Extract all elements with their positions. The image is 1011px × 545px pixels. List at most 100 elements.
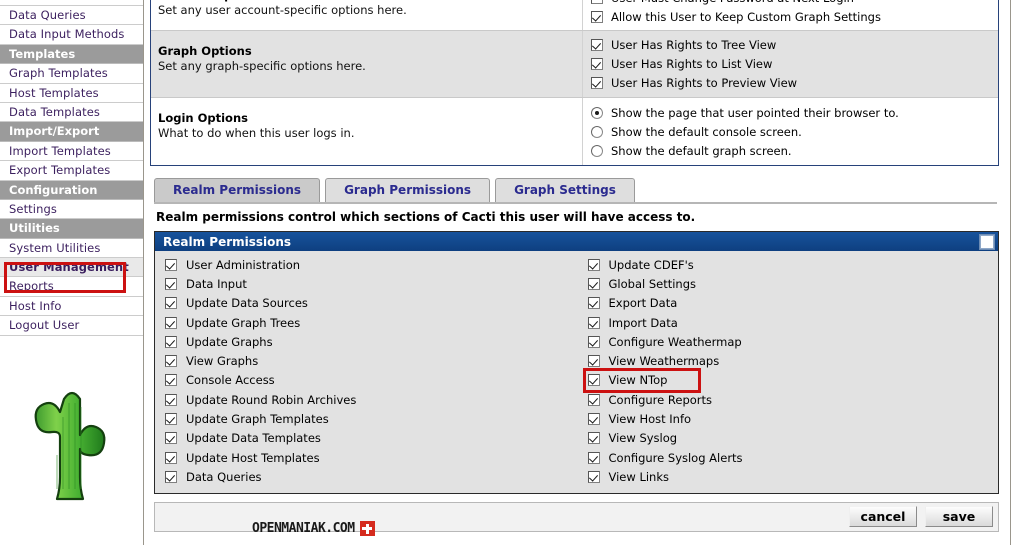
sidebar-item-user-management[interactable]: User Management — [0, 258, 143, 278]
checkbox-import-data[interactable] — [587, 316, 600, 329]
checkbox-view-ntop[interactable] — [587, 374, 600, 387]
permission-row-configure-syslog-alerts[interactable]: Configure Syslog Alerts — [587, 448, 999, 467]
permission-label-update-data-templates: Update Data Templates — [186, 431, 321, 446]
permission-label-view-ntop: View NTop — [608, 373, 668, 388]
sidebar-item-label: Settings — [9, 201, 57, 216]
permission-row-update-cdef-s[interactable]: Update CDEF's — [587, 255, 999, 274]
permission-row-update-data-templates[interactable]: Update Data Templates — [165, 429, 577, 448]
radio-row-show-console[interactable]: Show the default console screen. — [591, 122, 992, 141]
cancel-button[interactable]: cancel — [849, 506, 917, 528]
radio-label-show-pointed-page: Show the page that user pointed their br… — [611, 105, 899, 120]
permission-row-view-syslog[interactable]: View Syslog — [587, 429, 999, 448]
permission-row-data-queries[interactable]: Data Queries — [165, 467, 577, 486]
sidebar-item-host-info[interactable]: Host Info — [0, 297, 143, 317]
permission-row-update-graphs[interactable]: Update Graphs — [165, 332, 577, 351]
save-button[interactable]: save — [925, 506, 993, 528]
radio-row-show-graph[interactable]: Show the default graph screen. — [591, 141, 992, 160]
permission-row-view-links[interactable]: View Links — [587, 467, 999, 486]
checkbox-data-input[interactable] — [165, 277, 177, 290]
checkbox-view-syslog[interactable] — [587, 432, 600, 445]
checkbox-update-data-templates[interactable] — [165, 432, 177, 445]
permission-row-view-host-info[interactable]: View Host Info — [587, 409, 999, 428]
sidebar-item-import-templates[interactable]: Import Templates — [0, 142, 143, 162]
permission-row-data-input[interactable]: Data Input — [165, 274, 577, 293]
permission-row-configure-reports[interactable]: Configure Reports — [587, 390, 999, 409]
permission-row-global-settings[interactable]: Global Settings — [587, 274, 999, 293]
tab-graph-settings[interactable]: Graph Settings — [495, 178, 635, 202]
radio-row-show-pointed-page[interactable]: Show the page that user pointed their br… — [591, 103, 992, 122]
permission-row-user-administration[interactable]: User Administration — [165, 255, 577, 274]
radio-show-pointed-page[interactable] — [591, 106, 603, 119]
sidebar-item-system-utilities[interactable]: System Utilities — [0, 239, 143, 259]
permission-row-view-graphs[interactable]: View Graphs — [165, 351, 577, 370]
checkbox-update-graph-templates[interactable] — [165, 413, 177, 426]
sidebar-item-export-templates[interactable]: Export Templates — [0, 161, 143, 181]
checkbox-row-must-change-password[interactable]: User Must Change Password at Next Login — [591, 0, 992, 7]
checkbox-global-settings[interactable] — [587, 277, 600, 290]
checkbox-data-queries[interactable] — [165, 470, 177, 483]
checkbox-row-preview-view[interactable]: User Has Rights to Preview View — [591, 73, 992, 92]
checkbox-update-host-templates[interactable] — [165, 451, 177, 464]
checkbox-update-data-sources[interactable] — [165, 297, 177, 310]
sidebar-item-logout-user[interactable]: Logout User — [0, 316, 143, 336]
checkbox-configure-syslog-alerts[interactable] — [587, 451, 600, 464]
checkbox-export-data[interactable] — [587, 297, 600, 310]
permission-row-import-data[interactable]: Import Data — [587, 313, 999, 332]
permission-row-export-data[interactable]: Export Data — [587, 294, 999, 313]
permission-row-update-data-sources[interactable]: Update Data Sources — [165, 294, 577, 313]
checkbox-configure-weathermap[interactable] — [587, 335, 600, 348]
sidebar-item-label: Data Templates — [9, 104, 100, 119]
permission-label-update-graph-trees: Update Graph Trees — [186, 315, 301, 330]
sidebar-item-label: Import Templates — [9, 143, 111, 158]
checkbox-update-graphs[interactable] — [165, 335, 177, 348]
checkbox-user-administration[interactable] — [165, 258, 177, 271]
checkbox-tree-view[interactable] — [591, 38, 603, 51]
sidebar-item-label: Data Input Methods — [9, 27, 125, 42]
checkbox-list-view[interactable] — [591, 57, 603, 70]
sidebar-item-data-templates[interactable]: Data Templates — [0, 103, 143, 123]
permission-label-global-settings: Global Settings — [608, 276, 697, 291]
checkbox-view-host-info[interactable] — [587, 413, 600, 426]
checkbox-configure-reports[interactable] — [587, 393, 600, 406]
checkbox-view-links[interactable] — [587, 470, 600, 483]
sidebar-item-host-templates[interactable]: Host Templates — [0, 84, 143, 103]
permission-row-console-access[interactable]: Console Access — [165, 371, 577, 390]
checkbox-row-tree-view[interactable]: User Has Rights to Tree View — [591, 35, 992, 54]
checkbox-update-cdef-s[interactable] — [587, 258, 600, 271]
permission-row-view-ntop[interactable]: View NTop — [582, 367, 701, 394]
permission-row-update-round-robin-archives[interactable]: Update Round Robin Archives — [165, 390, 577, 409]
graph-options-title: Graph Options — [158, 44, 252, 58]
sidebar-item-utilities: Utilities — [0, 219, 143, 239]
checkbox-must-change-password[interactable] — [591, 0, 603, 4]
checkbox-console-access[interactable] — [165, 374, 177, 387]
checkbox-update-round-robin-archives[interactable] — [165, 393, 177, 406]
permission-row-configure-weathermap[interactable]: Configure Weathermap — [587, 332, 999, 351]
account-options-desc: Set any user account-specific options he… — [158, 3, 407, 17]
permission-row-update-host-templates[interactable]: Update Host Templates — [165, 448, 577, 467]
checkbox-row-list-view[interactable]: User Has Rights to List View — [591, 54, 992, 73]
permission-row-view-weathermaps[interactable]: View Weathermaps — [587, 351, 999, 370]
select-all-checkbox[interactable] — [980, 234, 994, 249]
sidebar-item-data-input-methods[interactable]: Data Input Methods — [0, 25, 143, 45]
permission-row-update-graph-templates[interactable]: Update Graph Templates — [165, 409, 577, 428]
checkbox-row-keep-custom-graph-settings[interactable]: Allow this User to Keep Custom Graph Set… — [591, 7, 992, 26]
permission-label-user-administration: User Administration — [186, 257, 301, 272]
checkbox-view-weathermaps[interactable] — [587, 355, 600, 368]
checkbox-keep-custom-graph-settings[interactable] — [591, 10, 603, 23]
tab-realm-permissions[interactable]: Realm Permissions — [154, 178, 321, 202]
checkbox-update-graph-trees[interactable] — [165, 316, 177, 329]
tab-graph-permissions[interactable]: Graph Permissions — [325, 178, 491, 202]
sidebar-item-reports[interactable]: Reports — [0, 277, 143, 297]
sidebar-item-data-queries[interactable]: Data Queries — [0, 6, 143, 26]
checkbox-preview-view[interactable] — [591, 76, 603, 89]
permission-label-update-cdef-s: Update CDEF's — [608, 257, 694, 272]
radio-label-show-console: Show the default console screen. — [611, 124, 802, 139]
permission-row-update-graph-trees[interactable]: Update Graph Trees — [165, 313, 577, 332]
cacti-user-management-page: Data Queries Data Input Methods Templates G… — [0, 0, 1011, 545]
checkbox-view-graphs[interactable] — [165, 355, 177, 368]
radio-show-console[interactable] — [591, 125, 603, 138]
sidebar-item-settings[interactable]: Settings — [0, 200, 143, 220]
radio-show-graph[interactable] — [591, 144, 603, 157]
sidebar-item-graph-templates[interactable]: Graph Templates — [0, 64, 143, 84]
swiss-flag-icon — [359, 521, 375, 536]
